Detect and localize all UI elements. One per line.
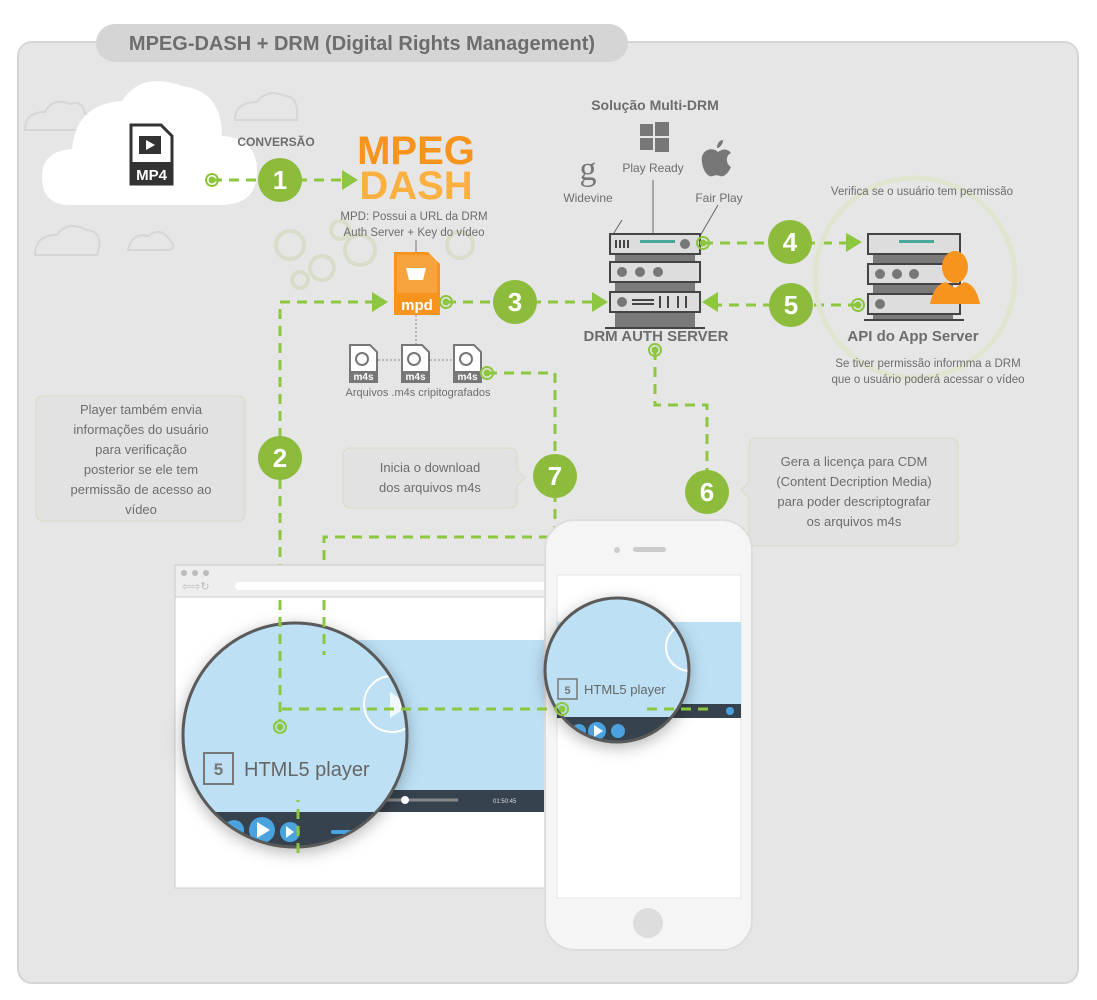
mpeg-dash-drm-diagram: MPEG-DASH + DRM (Digital Rights Manageme… <box>17 24 1079 984</box>
step-5: 5 <box>769 283 813 327</box>
step-3: 3 <box>493 280 537 324</box>
step-6: 6 <box>685 470 729 514</box>
step-4: 4 <box>768 220 812 264</box>
bubble-text: dos arquivos m4s <box>379 480 481 495</box>
bubble-text: para verificação <box>95 442 187 457</box>
drm-server-icon <box>605 233 705 329</box>
bubble-license: Gera a licença para CDM (Content Decript… <box>740 437 959 547</box>
m4s-label: m4s <box>405 372 425 383</box>
svg-text:⇦⇨↻: ⇦⇨↻ <box>182 580 210 593</box>
bubble-text: para poder descriptografar <box>777 494 931 509</box>
app-server-label: API do App Server <box>847 328 978 345</box>
bubble-text: informações do usuário <box>73 422 208 437</box>
bubble-player-info: Player também envia informações do usuár… <box>35 395 246 522</box>
drm-server-label: DRM AUTH SERVER <box>583 328 728 345</box>
mpd-label: mpd <box>401 297 433 314</box>
provider-fair-play: Fair Play <box>695 191 742 205</box>
bubble-text: Inicia o download <box>380 460 480 475</box>
m4s-caption: Arquivos .m4s cripitografados <box>346 387 491 399</box>
permission-result-note-line1: Se tiver permissão informma a DRM <box>835 358 1020 370</box>
bubble-download: Inicia o download dos arquivos m4s <box>342 447 526 509</box>
html5-logo-icon: 5 <box>214 760 223 779</box>
bubble-text: posterior se ele tem <box>84 462 198 477</box>
step-number: 1 <box>273 165 287 195</box>
m4s-label: m4s <box>353 372 373 383</box>
step-2: 2 <box>258 436 302 480</box>
mp4-label: MP4 <box>136 167 168 184</box>
step-number: 5 <box>784 290 798 320</box>
step-number: 7 <box>548 461 562 491</box>
bubble-text: (Content Decription Media) <box>776 474 931 489</box>
mpd-file-icon: mpd <box>394 252 440 315</box>
widevine-logo-icon: g <box>580 151 597 188</box>
mpd-description-line2: Auth Server + Key do vídeo <box>344 227 485 239</box>
html5-logo-icon: 5 <box>564 685 570 697</box>
conversion-label: CONVERSÃO <box>237 134 314 149</box>
provider-play-ready: Play Ready <box>622 161 683 175</box>
html5-player-label-small: HTML5 player <box>584 682 666 697</box>
bubble-text: permissão de acesso ao <box>71 482 212 497</box>
step-number: 4 <box>783 227 798 257</box>
m4s-label: m4s <box>457 372 477 383</box>
video-time: 01:50:45 <box>493 799 517 805</box>
permission-check-note: Verifica se o usuário tem permissão <box>831 186 1013 198</box>
provider-widevine: Widevine <box>563 191 613 205</box>
step-number: 6 <box>700 477 714 507</box>
step-number: 3 <box>508 287 522 317</box>
diagram-title: MPEG-DASH + DRM (Digital Rights Manageme… <box>129 33 595 55</box>
m4s-file-icons: m4s m4s m4s <box>349 344 482 383</box>
bubble-text: Player também envia <box>80 402 203 417</box>
step-7: 7 <box>533 454 577 498</box>
dash-logo-text: DASH <box>359 164 472 208</box>
mpd-description-line1: MPD: Possui a URL da DRM <box>340 211 487 223</box>
html5-player-label: HTML5 player <box>244 759 370 781</box>
permission-result-note-line2: que o usuário poderá acessar o vídeo <box>831 374 1024 386</box>
bubble-text: Gera a licença para CDM <box>781 454 928 469</box>
mp4-file-icon: MP4 <box>129 123 174 186</box>
step-number: 2 <box>273 443 287 473</box>
bubble-text: os arquivos m4s <box>807 514 902 529</box>
bubble-text: vídeo <box>125 502 157 517</box>
multi-drm-title: Solução Multi-DRM <box>591 97 719 113</box>
step-1: 1 <box>258 158 302 202</box>
